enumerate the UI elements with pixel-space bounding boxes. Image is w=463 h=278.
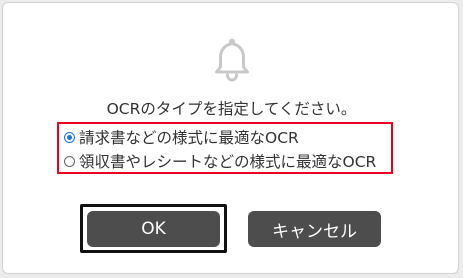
dialog-message: OCRのタイプを指定してください。 bbox=[106, 100, 357, 118]
ocr-type-options: 請求書などの様式に最適なOCR 領収書やレシートなどの様式に最適なOCR bbox=[57, 122, 393, 174]
cancel-button[interactable]: キャンセル bbox=[248, 211, 381, 247]
option-receipt[interactable]: 領収書やレシートなどの様式に最適なOCR bbox=[64, 150, 376, 172]
ok-button[interactable]: OK bbox=[87, 211, 220, 247]
option-receipt-label: 領収書やレシートなどの様式に最適なOCR bbox=[79, 153, 377, 171]
radio-invoice[interactable] bbox=[64, 131, 75, 143]
option-invoice-label: 請求書などの様式に最適なOCR bbox=[79, 129, 299, 147]
option-invoice[interactable]: 請求書などの様式に最適なOCR bbox=[64, 126, 299, 148]
radio-receipt[interactable] bbox=[64, 155, 75, 167]
bell-icon bbox=[215, 38, 249, 82]
ocr-type-dialog: OCRのタイプを指定してください。 請求書などの様式に最適なOCR 領収書やレシ… bbox=[2, 2, 459, 274]
